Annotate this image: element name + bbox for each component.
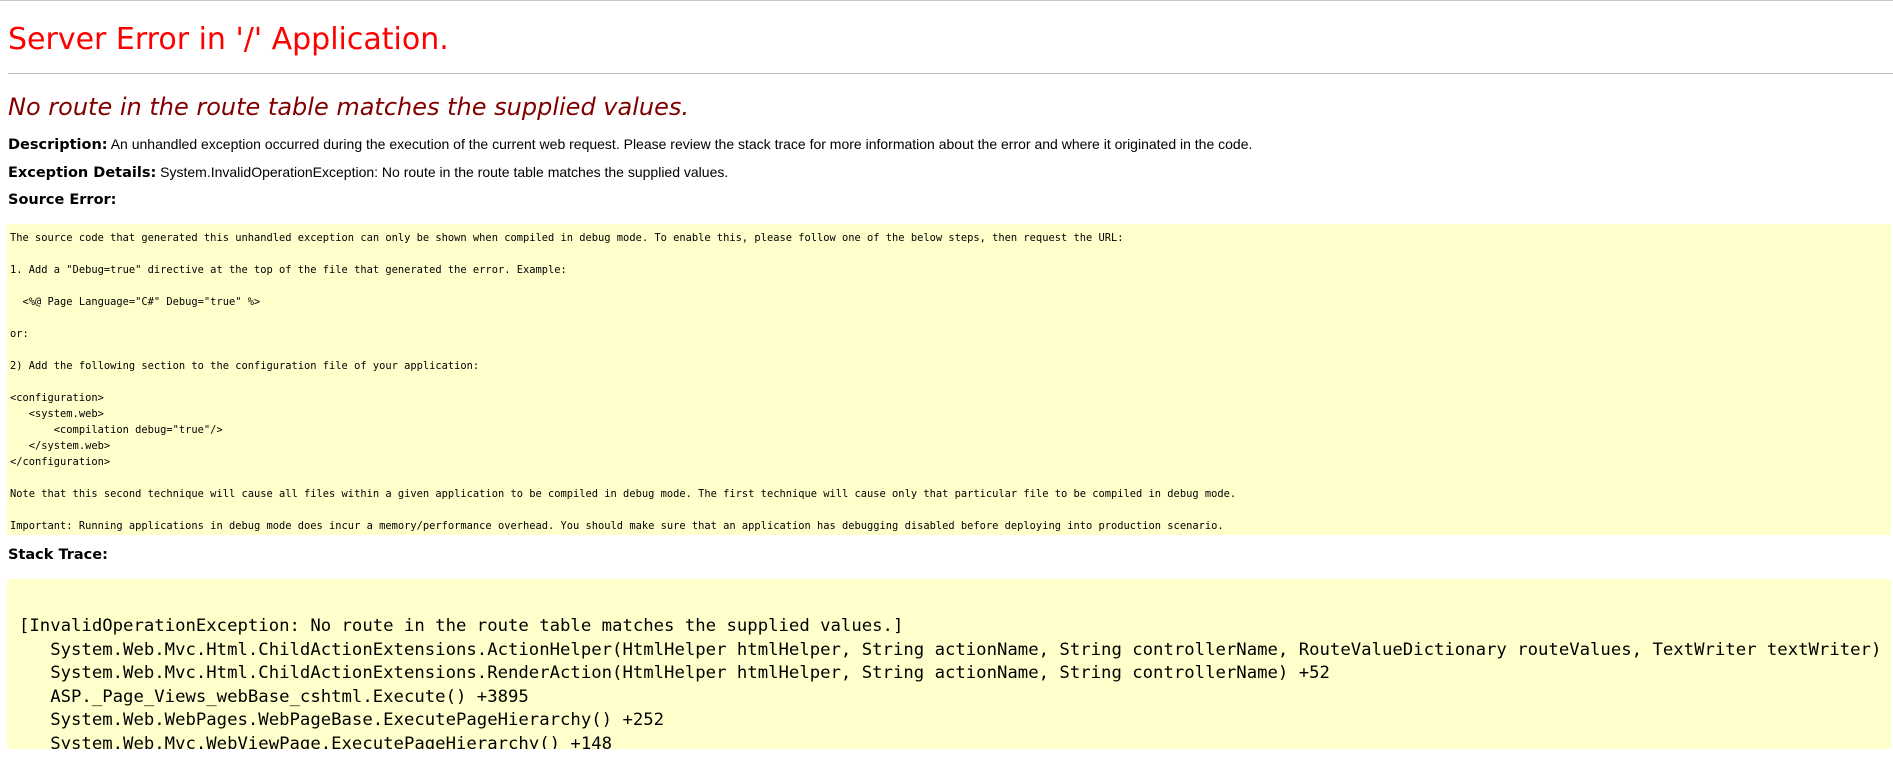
exception-details-row: Exception Details: System.InvalidOperati… [8, 163, 1893, 181]
title-divider [8, 73, 1893, 74]
source-error-line: The source code that generated this unha… [10, 232, 1124, 244]
error-message-heading: No route in the route table matches the … [8, 93, 689, 121]
stack-trace-box: [InvalidOperationException: No route in … [7, 579, 1891, 749]
source-error-line: <configuration> [10, 392, 104, 404]
stack-trace-line: System.Web.WebPages.WebPageBase.ExecuteP… [19, 710, 665, 730]
page-title: Server Error in '/' Application. [8, 22, 449, 57]
description-label: Description: [8, 137, 108, 153]
stack-trace-label: Stack Trace: [8, 547, 108, 563]
error-page: Server Error in '/' Application. No rout… [0, 1, 1893, 749]
stack-trace-line: ASP._Page_Views_webBase_cshtml.Execute()… [19, 686, 529, 707]
stack-trace-line: System.Web.Mvc.Html.ChildActionExtension… [19, 663, 1330, 683]
source-error-label: Source Error: [8, 192, 117, 208]
source-error-line: Important: Running applications in debug… [10, 520, 1224, 532]
source-error-box: The source code that generated this unha… [7, 224, 1891, 535]
stack-trace-line: System.Web.Mvc.WebViewPage.ExecutePageHi… [19, 733, 613, 750]
exception-details-text: System.InvalidOperationException: No rou… [160, 164, 729, 180]
source-error-line: <%@ Page Language="C#" Debug="true" %> [10, 296, 261, 308]
source-error-line: <compilation debug="true"/> [10, 424, 223, 436]
source-error-line: Note that this second technique will cau… [10, 488, 1237, 500]
stack-trace-code: [InvalidOperationException: No route in … [19, 615, 1891, 749]
source-error-code: The source code that generated this unha… [10, 230, 1891, 534]
description-text: An unhandled exception occurred during t… [110, 136, 1253, 152]
stack-trace-line: [InvalidOperationException: No route in … [19, 616, 904, 636]
source-error-line: </configuration> [10, 456, 111, 468]
stack-trace-line: System.Web.Mvc.Html.ChildActionExtension… [19, 639, 1891, 660]
source-error-line: </system.web> [10, 440, 111, 452]
source-error-line: 1. Add a "Debug=true" directive at the t… [10, 264, 567, 276]
exception-details-label: Exception Details: [8, 165, 157, 181]
description-row: Description: An unhandled exception occu… [8, 135, 1893, 153]
source-error-line: or: [10, 328, 29, 340]
source-error-line: <system.web> [10, 408, 104, 420]
source-error-line: 2) Add the following section to the conf… [10, 360, 480, 372]
